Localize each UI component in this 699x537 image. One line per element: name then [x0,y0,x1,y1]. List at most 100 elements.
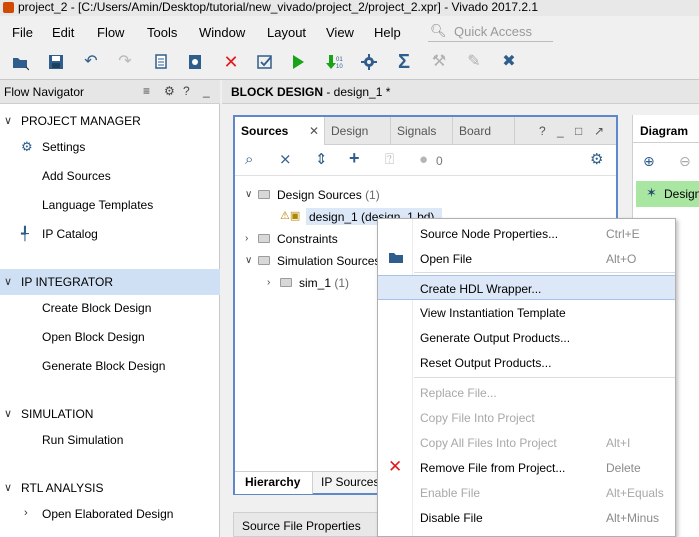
menu-window[interactable]: Window [199,25,245,40]
tree-design-sources[interactable]: Design Sources (1) [277,188,380,202]
tool-icon[interactable]: ⚒ [427,50,451,74]
menu-view[interactable]: View [326,25,354,40]
chevron-right-icon[interactable]: › [24,507,28,519]
program-icon[interactable]: 01 10 [322,50,346,74]
nav-create-block-design[interactable]: Create Block Design [42,301,151,315]
chevron-down-icon[interactable]: ∨ [245,255,252,266]
nav-run-simulation[interactable]: Run Simulation [42,433,123,447]
sum-icon[interactable]: Σ [392,50,416,74]
minimize-icon[interactable]: _ [203,84,210,98]
nav-add-sources[interactable]: Add Sources [42,169,111,183]
menu-help[interactable]: Help [374,25,401,40]
diagram-design-item[interactable]: ✶ Design [636,181,699,207]
help-icon[interactable]: ? [539,124,546,138]
add-icon[interactable]: + [349,149,360,167]
menu-item-generate-output-products[interactable]: Generate Output Products... [378,325,675,350]
menu-item-replace-file[interactable]: Replace File... [378,380,675,405]
menu-edit[interactable]: Edit [52,25,74,40]
menu-flow[interactable]: Flow [97,25,124,40]
nav-open-block-design[interactable]: Open Block Design [42,330,145,344]
plug-icon: ╃ [21,226,29,241]
collapse-all-icon[interactable]: ⨯ [279,152,292,167]
chevron-right-icon[interactable]: › [245,233,248,244]
settings-icon[interactable] [183,50,207,74]
section-rtl-analysis[interactable]: ∨ RTL ANALYSIS [0,475,220,501]
chevron-down-icon: ∨ [4,482,13,494]
zoom-out-icon[interactable]: ⊖ [679,153,691,170]
context-menu: Source Node Properties... Ctrl+E Open Fi… [377,218,676,537]
nav-open-elaborated-design[interactable]: Open Elaborated Design [42,507,173,521]
menu-item-create-hdl-wrapper[interactable]: Create HDL Wrapper... [378,275,675,300]
nav-language-templates[interactable]: Language Templates [42,198,153,212]
quick-access-search[interactable]: 🔍︎ Quick Access [428,20,553,42]
undo-icon[interactable]: ↶ [79,50,103,74]
help-icon[interactable]: ? [183,84,190,98]
open-project-icon[interactable] [8,50,32,74]
tab-board[interactable]: Board [453,117,515,145]
source-file-properties-panel: Source File Properties [233,512,395,537]
close-icon[interactable]: ✕ [219,50,243,74]
folder-icon [258,256,270,265]
section-ip-integrator[interactable]: ∨ IP INTEGRATOR [0,269,220,295]
tab-ip-sources[interactable]: IP Sources [315,472,385,494]
tree-design-sources-label: Design Sources [277,188,362,202]
collapse-all-icon[interactable]: ≡ [143,84,150,98]
tree-sim-1[interactable]: sim_1 (1) [299,276,349,290]
search-icon[interactable]: ⌕ [245,152,253,167]
menu-item-enable-file[interactable]: Enable File Alt+Equals [378,480,675,505]
tree-sim-1-count: (1) [334,276,350,290]
gear-icon[interactable]: ⚙ [164,84,175,98]
sources-toolbar: ⌕ ⨯ ⇕ + ⍰ ● 0 ⚙ [235,146,616,176]
zoom-in-icon[interactable]: ⊕ [643,153,655,170]
menu-layout[interactable]: Layout [267,25,306,40]
menu-item-label: Create HDL Wrapper... [420,282,542,296]
maximize-icon[interactable]: □ [575,124,582,138]
run-icon[interactable] [286,50,310,74]
menu-item-disable-file[interactable]: Disable File Alt+Minus [378,505,675,530]
menu-tools[interactable]: Tools [147,25,177,40]
nav-generate-block-design[interactable]: Generate Block Design [42,359,165,373]
minimize-icon[interactable]: _ [557,124,564,138]
copy-icon[interactable] [148,50,172,74]
redo-icon[interactable]: ↷ [113,50,137,74]
tab-signals[interactable]: Signals [391,117,453,145]
section-label: PROJECT MANAGER [21,114,141,128]
tree-design-sources-count: (1) [365,188,380,202]
section-label: IP INTEGRATOR [21,275,114,289]
gear-icon[interactable] [357,50,381,74]
menu-item-copy-all-files-into-project[interactable]: Copy All Files Into Project Alt+I [378,430,675,455]
section-label: SIMULATION [21,407,94,421]
section-project-manager[interactable]: ∨ PROJECT MANAGER [0,108,220,134]
tab-hierarchy[interactable]: Hierarchy [235,472,313,494]
tab-diagram[interactable]: Diagram [633,115,699,143]
main-toolbar: ↶ ↷ ✕ 01 10 Σ ⚒ ✎ ✖ [0,46,699,80]
menu-item-view-instantiation-template[interactable]: View Instantiation Template [378,300,675,325]
menu-item-shortcut: Alt+O [606,252,637,266]
menu-item-source-node-properties[interactable]: Source Node Properties... Ctrl+E [378,221,675,246]
edit-icon[interactable]: ✎ [462,50,486,74]
gear-icon[interactable]: ⚙ [590,152,603,167]
tree-simulation-sources[interactable]: Simulation Sources [277,254,380,268]
menu-item-open-file[interactable]: Open File Alt+O [378,246,675,271]
check-icon[interactable] [253,50,277,74]
chevron-down-icon[interactable]: ∨ [245,189,252,200]
menu-item-remove-file-from-project[interactable]: ✕ Remove File from Project... Delete [378,455,675,480]
menu-file[interactable]: File [12,25,33,40]
quick-access-placeholder: Quick Access [454,24,533,39]
debug-icon[interactable]: ✖ [497,50,521,74]
nav-settings[interactable]: Settings [42,140,85,154]
close-icon[interactable]: ✕ [309,124,319,138]
float-icon[interactable]: ↗ [594,124,604,138]
nav-ip-catalog[interactable]: IP Catalog [42,227,98,241]
save-icon[interactable] [44,50,68,74]
expand-all-icon[interactable]: ⇕ [315,152,328,167]
properties-icon[interactable]: ⍰ [385,152,394,167]
window-title: project_2 - [C:/Users/Amin/Desktop/tutor… [18,0,539,14]
menu-item-reset-output-products[interactable]: Reset Output Products... [378,350,675,375]
tab-design[interactable]: Design [325,117,391,145]
menu-item-copy-file-into-project[interactable]: Copy File Into Project [378,405,675,430]
chevron-right-icon[interactable]: › [267,277,270,288]
menu-item-shortcut: Delete [606,461,641,475]
tree-constraints[interactable]: Constraints [277,232,338,246]
section-simulation[interactable]: ∨ SIMULATION [0,401,220,427]
